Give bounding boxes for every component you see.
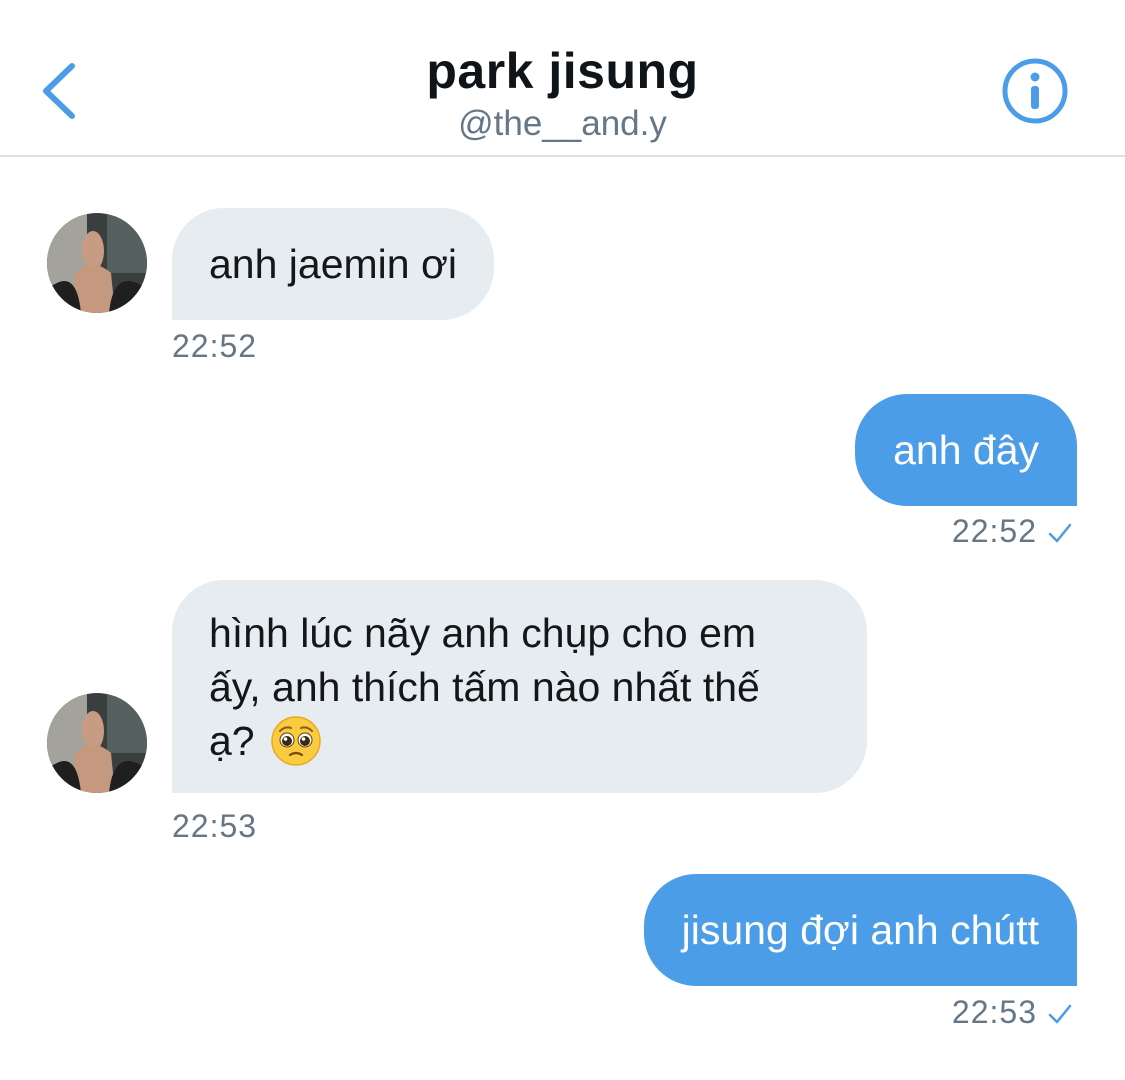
message-bubble-outgoing[interactable]: anh đây bbox=[855, 394, 1077, 506]
contact-handle[interactable]: @the__and.y bbox=[0, 104, 1125, 144]
avatar-photo bbox=[47, 693, 147, 793]
pleading-face-emoji bbox=[270, 715, 322, 767]
info-button[interactable] bbox=[1001, 57, 1069, 125]
conversation-header: park jisung @the__and.y bbox=[0, 0, 1125, 157]
message-text: anh đây bbox=[893, 427, 1039, 473]
info-icon bbox=[1002, 58, 1068, 124]
checkmark-icon bbox=[1047, 515, 1073, 552]
message-timestamp: 22:52 bbox=[951, 513, 1037, 549]
message-bubble-incoming[interactable]: anh jaemin ơi bbox=[172, 208, 494, 320]
message-timestamp: 22:53 bbox=[172, 808, 258, 844]
message-meta: 22:52 bbox=[952, 513, 1073, 552]
message-text-line: hình lúc nãy anh chụp cho em bbox=[209, 610, 757, 656]
message-text-line-end: ạ? bbox=[209, 718, 255, 764]
message-bubble-outgoing[interactable]: jisung đợi anh chútt bbox=[643, 874, 1077, 986]
message-text-line: ạ? bbox=[209, 714, 830, 768]
message-meta: 22:53 bbox=[952, 994, 1073, 1033]
contact-name[interactable]: park jisung bbox=[0, 42, 1125, 100]
message-timestamp: 22:53 bbox=[951, 994, 1037, 1030]
message-text-line: ấy, anh thích tấm nào nhất thế bbox=[209, 664, 760, 710]
message-bubble-incoming[interactable]: hình lúc nãy anh chụp cho em ấy, anh thí… bbox=[172, 580, 867, 793]
message-text: jisung đợi anh chútt bbox=[681, 907, 1039, 953]
checkmark-icon bbox=[1047, 996, 1073, 1033]
avatar-photo bbox=[47, 213, 147, 313]
message-text: anh jaemin ơi bbox=[209, 241, 457, 287]
avatar[interactable] bbox=[47, 693, 147, 793]
avatar[interactable] bbox=[47, 213, 147, 313]
message-timestamp: 22:52 bbox=[172, 328, 258, 364]
